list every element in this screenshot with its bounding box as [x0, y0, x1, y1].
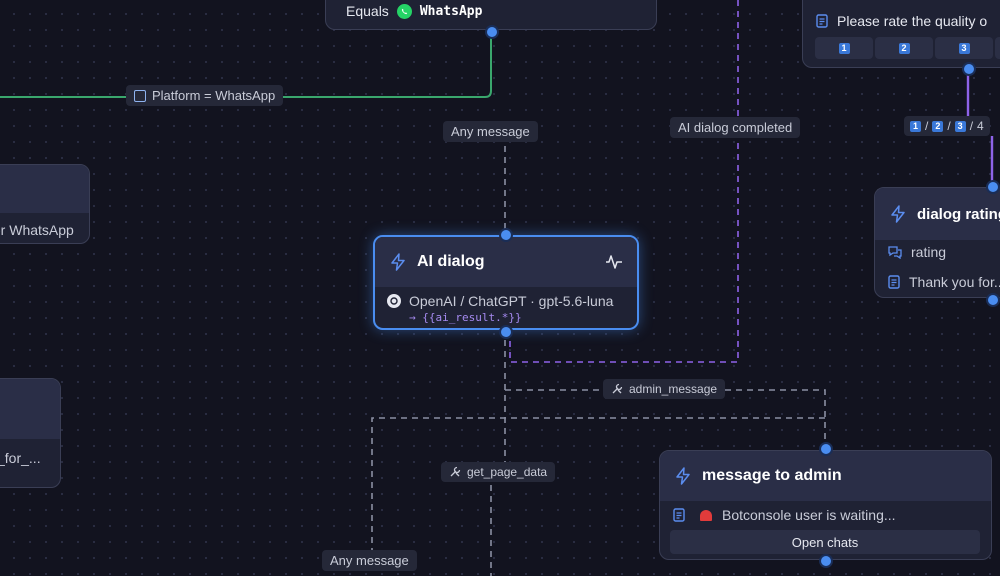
rate-button-2[interactable]: 2: [875, 37, 933, 59]
left-node-2[interactable]: _for_...: [0, 378, 61, 488]
ai-dialog-output-port[interactable]: [499, 325, 513, 339]
left-node-1-subtitle: for WhatsApp: [0, 222, 74, 238]
rate-button-1[interactable]: 1: [815, 37, 873, 59]
edge-label-admin-message[interactable]: admin_message: [603, 379, 726, 399]
edge-label-ai-dialog-completed[interactable]: AI dialog completed: [670, 117, 801, 138]
ai-dialog-node[interactable]: AI dialog OpenAI / ChatGPT · gpt-5.6-lun…: [373, 235, 639, 330]
edge-label-platform[interactable]: Platform = WhatsApp: [126, 85, 284, 106]
lightning-icon: [676, 467, 690, 485]
condition-icon: [134, 89, 146, 102]
condition-output-port[interactable]: [485, 25, 499, 39]
siren-icon: [700, 509, 712, 521]
left-node-2-subtitle: _for_...: [0, 450, 41, 466]
admin-node-title: message to admin: [702, 467, 842, 484]
ai-dialog-title: AI dialog: [417, 253, 485, 270]
document-icon: [673, 508, 685, 522]
ai-dialog-input-port[interactable]: [499, 228, 513, 242]
dialog-rating-output-port[interactable]: [986, 293, 1000, 307]
platform-value: WhatsApp: [419, 3, 483, 19]
rate-button-3[interactable]: 3: [935, 37, 993, 59]
message-to-admin-node[interactable]: message to admin Botconsole user is wait…: [659, 450, 992, 560]
chat-icon: [888, 246, 902, 259]
flow-canvas[interactable]: Equals WhatsApp Please rate the quality …: [0, 0, 1000, 576]
tools-icon: [450, 466, 461, 477]
lightning-icon: [891, 205, 905, 223]
document-icon: [888, 275, 900, 289]
ai-provider-text: OpenAI / ChatGPT · gpt-5.6-luna: [409, 293, 614, 309]
admin-message-text: Botconsole user is waiting...: [722, 507, 896, 523]
equals-label: Equals: [346, 3, 389, 19]
open-chats-button[interactable]: Open chats: [670, 530, 980, 554]
edge-label-rating-options[interactable]: 1 / 2 / 3 / 4: [904, 116, 990, 136]
tools-icon: [612, 383, 623, 394]
activity-icon[interactable]: [605, 253, 623, 271]
rate-quality-node[interactable]: Please rate the quality o 1 2 3: [802, 0, 1000, 68]
dialog-rating-row1: rating: [911, 244, 947, 260]
dialog-rating-title: dialog rating: [917, 205, 1000, 223]
dialog-rating-input-port[interactable]: [986, 180, 1000, 194]
admin-node-output-port[interactable]: [819, 554, 833, 568]
dialog-rating-node[interactable]: dialog rating rating Thank you for...: [874, 187, 1000, 298]
dialog-rating-row2: Thank you for...: [909, 274, 1000, 290]
rate-button-more[interactable]: [995, 37, 1000, 59]
left-node-whatsapp[interactable]: for WhatsApp: [0, 164, 90, 244]
edge-label-any-message-bottom[interactable]: Any message: [322, 550, 417, 571]
openai-icon: [387, 294, 401, 308]
rate-text: Please rate the quality o: [837, 13, 988, 29]
document-icon: [816, 14, 828, 28]
whatsapp-icon: [396, 3, 412, 19]
ai-result-variable: → {{ai_result.*}}: [409, 311, 522, 324]
edge-label-get-page-data[interactable]: get_page_data: [441, 462, 556, 482]
lightning-icon: [391, 253, 405, 271]
admin-node-input-port[interactable]: [819, 442, 833, 456]
edge-label-any-message-top[interactable]: Any message: [443, 121, 538, 142]
rate-output-port[interactable]: [962, 62, 976, 76]
